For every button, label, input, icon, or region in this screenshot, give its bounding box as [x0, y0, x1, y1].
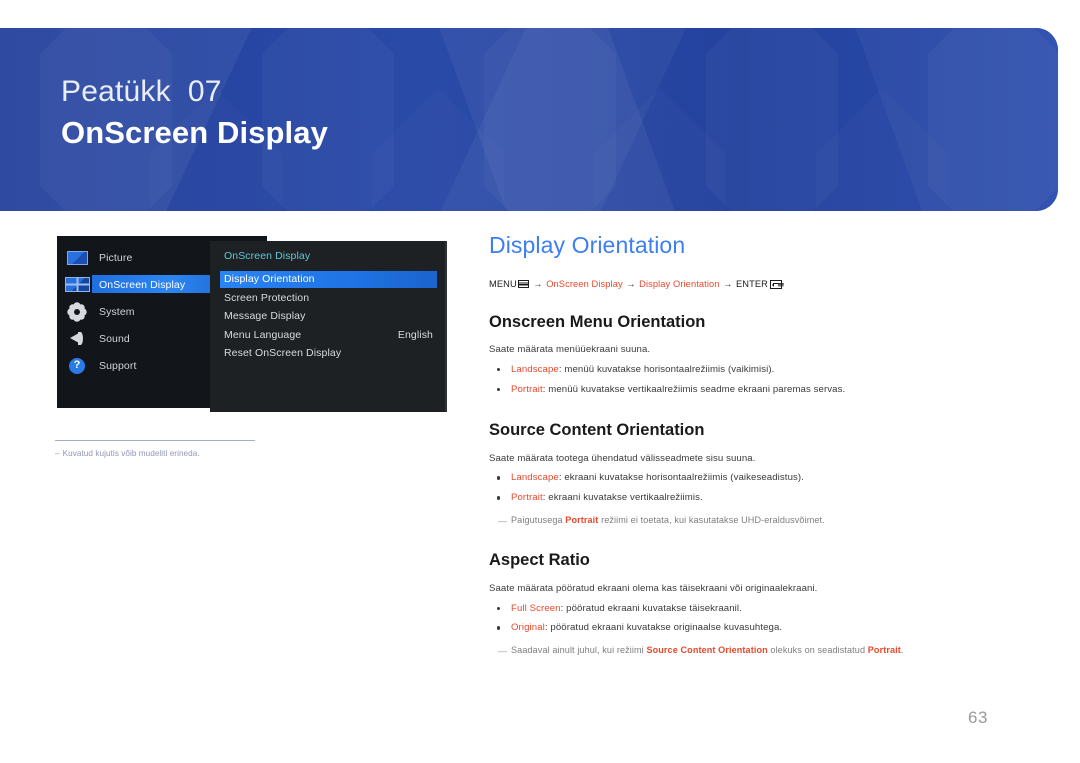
osd-submenu-label: Display Orientation — [224, 273, 315, 286]
section-intro: Saate määrata pööratud ekraani olema kas… — [489, 582, 818, 594]
note-keyword-1: Source Content Orientation — [646, 645, 768, 656]
bullet-text: : menüü kuvatakse vertikaalrežiimis sead… — [542, 384, 846, 396]
bullet-text: : pööratud ekraani kuvatakse täisekraani… — [560, 602, 742, 614]
osd-submenu-item-display-orientation[interactable]: Display Orientation — [210, 270, 445, 289]
osd-submenu-item-message-display[interactable]: Message Display — [210, 307, 445, 326]
page-number-wrap: 63 — [968, 708, 988, 728]
section-heading: Aspect Ratio — [489, 551, 590, 569]
left-note: – Kuvatud kujutis võib mudeliti erineda. — [55, 449, 385, 458]
note-part-1: Saadaval ainult juhul, kui režiimi — [511, 645, 647, 656]
chapter-label: Peatükk 07 — [61, 75, 222, 108]
left-note-dash: – — [55, 449, 60, 458]
osd-submenu-label: Screen Protection — [224, 291, 310, 304]
osd-submenu-panel: OnScreen Display Display Orientation Scr… — [210, 241, 447, 412]
enter-key-icon — [770, 279, 782, 289]
section-bullet-list: Full Screen: pööratud ekraani kuvatakse … — [489, 602, 1019, 636]
note-part-2: olekuks on seadistatud — [767, 645, 868, 656]
note-keyword-1: Portrait — [565, 515, 599, 526]
bullet-keyword: Landscape — [511, 472, 559, 484]
section-aspect-ratio: Aspect Ratio Saate määrata pööratud ekra… — [489, 550, 1019, 657]
section-heading: Onscreen Menu Orientation — [489, 312, 706, 331]
bullet-keyword: Original — [511, 622, 545, 634]
osd-menu-label: System — [99, 305, 135, 318]
bullet-keyword: Full Screen — [511, 602, 561, 614]
banner-text-block: Peatükk 07 OnScreen Display — [61, 74, 328, 152]
osd-submenu-label: Message Display — [224, 310, 306, 323]
menu-breadcrumb: MENU → OnScreen Display → Display Orient… — [489, 279, 1019, 289]
bullet-text: : pööratud ekraani kuvatakse originaalse… — [544, 622, 783, 634]
osd-submenu-item-screen-protection[interactable]: Screen Protection — [210, 289, 445, 308]
breadcrumb-enter-word: ENTER — [735, 278, 768, 289]
left-note-divider — [55, 440, 255, 441]
page-title: Display Orientation — [489, 232, 686, 258]
note-part-3: . — [900, 645, 904, 656]
list-item: Full Screen: pööratud ekraani kuvatakse … — [489, 602, 1019, 616]
section-intro: Saate määrata tootega ühendatud välissea… — [489, 452, 756, 464]
help-circle-icon: ? — [63, 357, 91, 375]
section-bullet-list: Landscape: ekraani kuvatakse horisontaal… — [489, 471, 1019, 505]
osd-submenu-value: English — [397, 328, 433, 341]
section-note: — Saadaval ainult juhul, kui režiimi Sour… — [489, 644, 1019, 657]
breadcrumb-step-2: Display Orientation — [639, 278, 720, 289]
section-bullet-list: Landscape: menüü kuvatakse horisontaalre… — [489, 363, 1019, 397]
picture-icon — [63, 249, 91, 267]
section-source-content-orientation: Source Content Orientation Saate määrata… — [489, 420, 1019, 527]
breadcrumb-arrow: → — [533, 278, 543, 289]
list-item: Original: pööratud ekraani kuvatakse ori… — [489, 621, 1019, 635]
osd-submenu-item-reset-onscreen-display[interactable]: Reset OnScreen Display — [210, 344, 445, 363]
bullet-text: : ekraani kuvatakse vertikaalrežiimis. — [542, 492, 703, 504]
osd-menu-label: Sound — [99, 332, 130, 345]
note-part-2: režiimi ei toetata, kui kasutatakse UHD-… — [598, 515, 825, 526]
osd-screenshot: Picture OnScreen Display System Sound ? … — [57, 236, 447, 412]
menu-grid-icon — [517, 280, 529, 289]
breadcrumb-arrow: → — [723, 278, 733, 289]
note-dash: — — [498, 516, 508, 527]
osd-submenu-title: OnScreen Display — [224, 250, 311, 262]
breadcrumb-arrow: → — [626, 278, 636, 289]
breadcrumb-step-1: OnScreen Display — [546, 278, 623, 289]
osd-submenu-label: Reset OnScreen Display — [224, 347, 342, 360]
bullet-keyword: Portrait — [511, 384, 543, 396]
list-item: Landscape: ekraani kuvatakse horisontaal… — [489, 471, 1019, 485]
osd-submenu-item-menu-language[interactable]: Menu Language English — [210, 326, 445, 345]
bullet-keyword: Portrait — [511, 492, 543, 504]
chapter-banner: Peatükk 07 OnScreen Display — [0, 28, 1058, 211]
bullet-text: : ekraani kuvatakse horisontaalrežiimis … — [558, 472, 804, 484]
section-onscreen-menu-orientation: Onscreen Menu Orientation Saate määrata … — [489, 312, 1019, 397]
note-dash: — — [498, 646, 508, 657]
content-column: Display Orientation MENU → OnScreen Disp… — [489, 232, 1019, 657]
list-item: Portrait: ekraani kuvatakse vertikaalrež… — [489, 491, 1019, 505]
onscreen-display-icon — [63, 276, 91, 294]
page-root: Peatükk 07 OnScreen Display Picture OnSc… — [0, 0, 1080, 763]
section-intro: Saate määrata menüüekraani suuna. — [489, 344, 651, 356]
bullet-text: : menüü kuvatakse horisontaalrežiimis (v… — [558, 364, 775, 376]
osd-menu-label: Support — [99, 359, 137, 372]
section-heading: Source Content Orientation — [489, 420, 705, 439]
note-keyword-2: Portrait — [867, 645, 901, 656]
osd-menu-label: OnScreen Display — [99, 278, 186, 291]
note-part-1: Paigutusega — [511, 515, 566, 526]
breadcrumb-menu-word: MENU — [489, 278, 517, 289]
speaker-icon — [63, 330, 91, 348]
page-number: 63 — [968, 708, 988, 727]
osd-menu-label: Picture — [99, 251, 133, 264]
chapter-title: OnScreen Display — [61, 114, 328, 150]
list-item: Portrait: menüü kuvatakse vertikaalrežii… — [489, 383, 1019, 397]
osd-submenu-label: Menu Language — [224, 328, 302, 341]
left-note-text: Kuvatud kujutis võib mudeliti erineda. — [62, 449, 200, 458]
bullet-keyword: Landscape — [511, 364, 559, 376]
list-item: Landscape: menüü kuvatakse horisontaalre… — [489, 363, 1019, 377]
gear-icon — [63, 303, 91, 321]
section-note: — Paigutusega Portrait režiimi ei toetata… — [489, 514, 1019, 527]
